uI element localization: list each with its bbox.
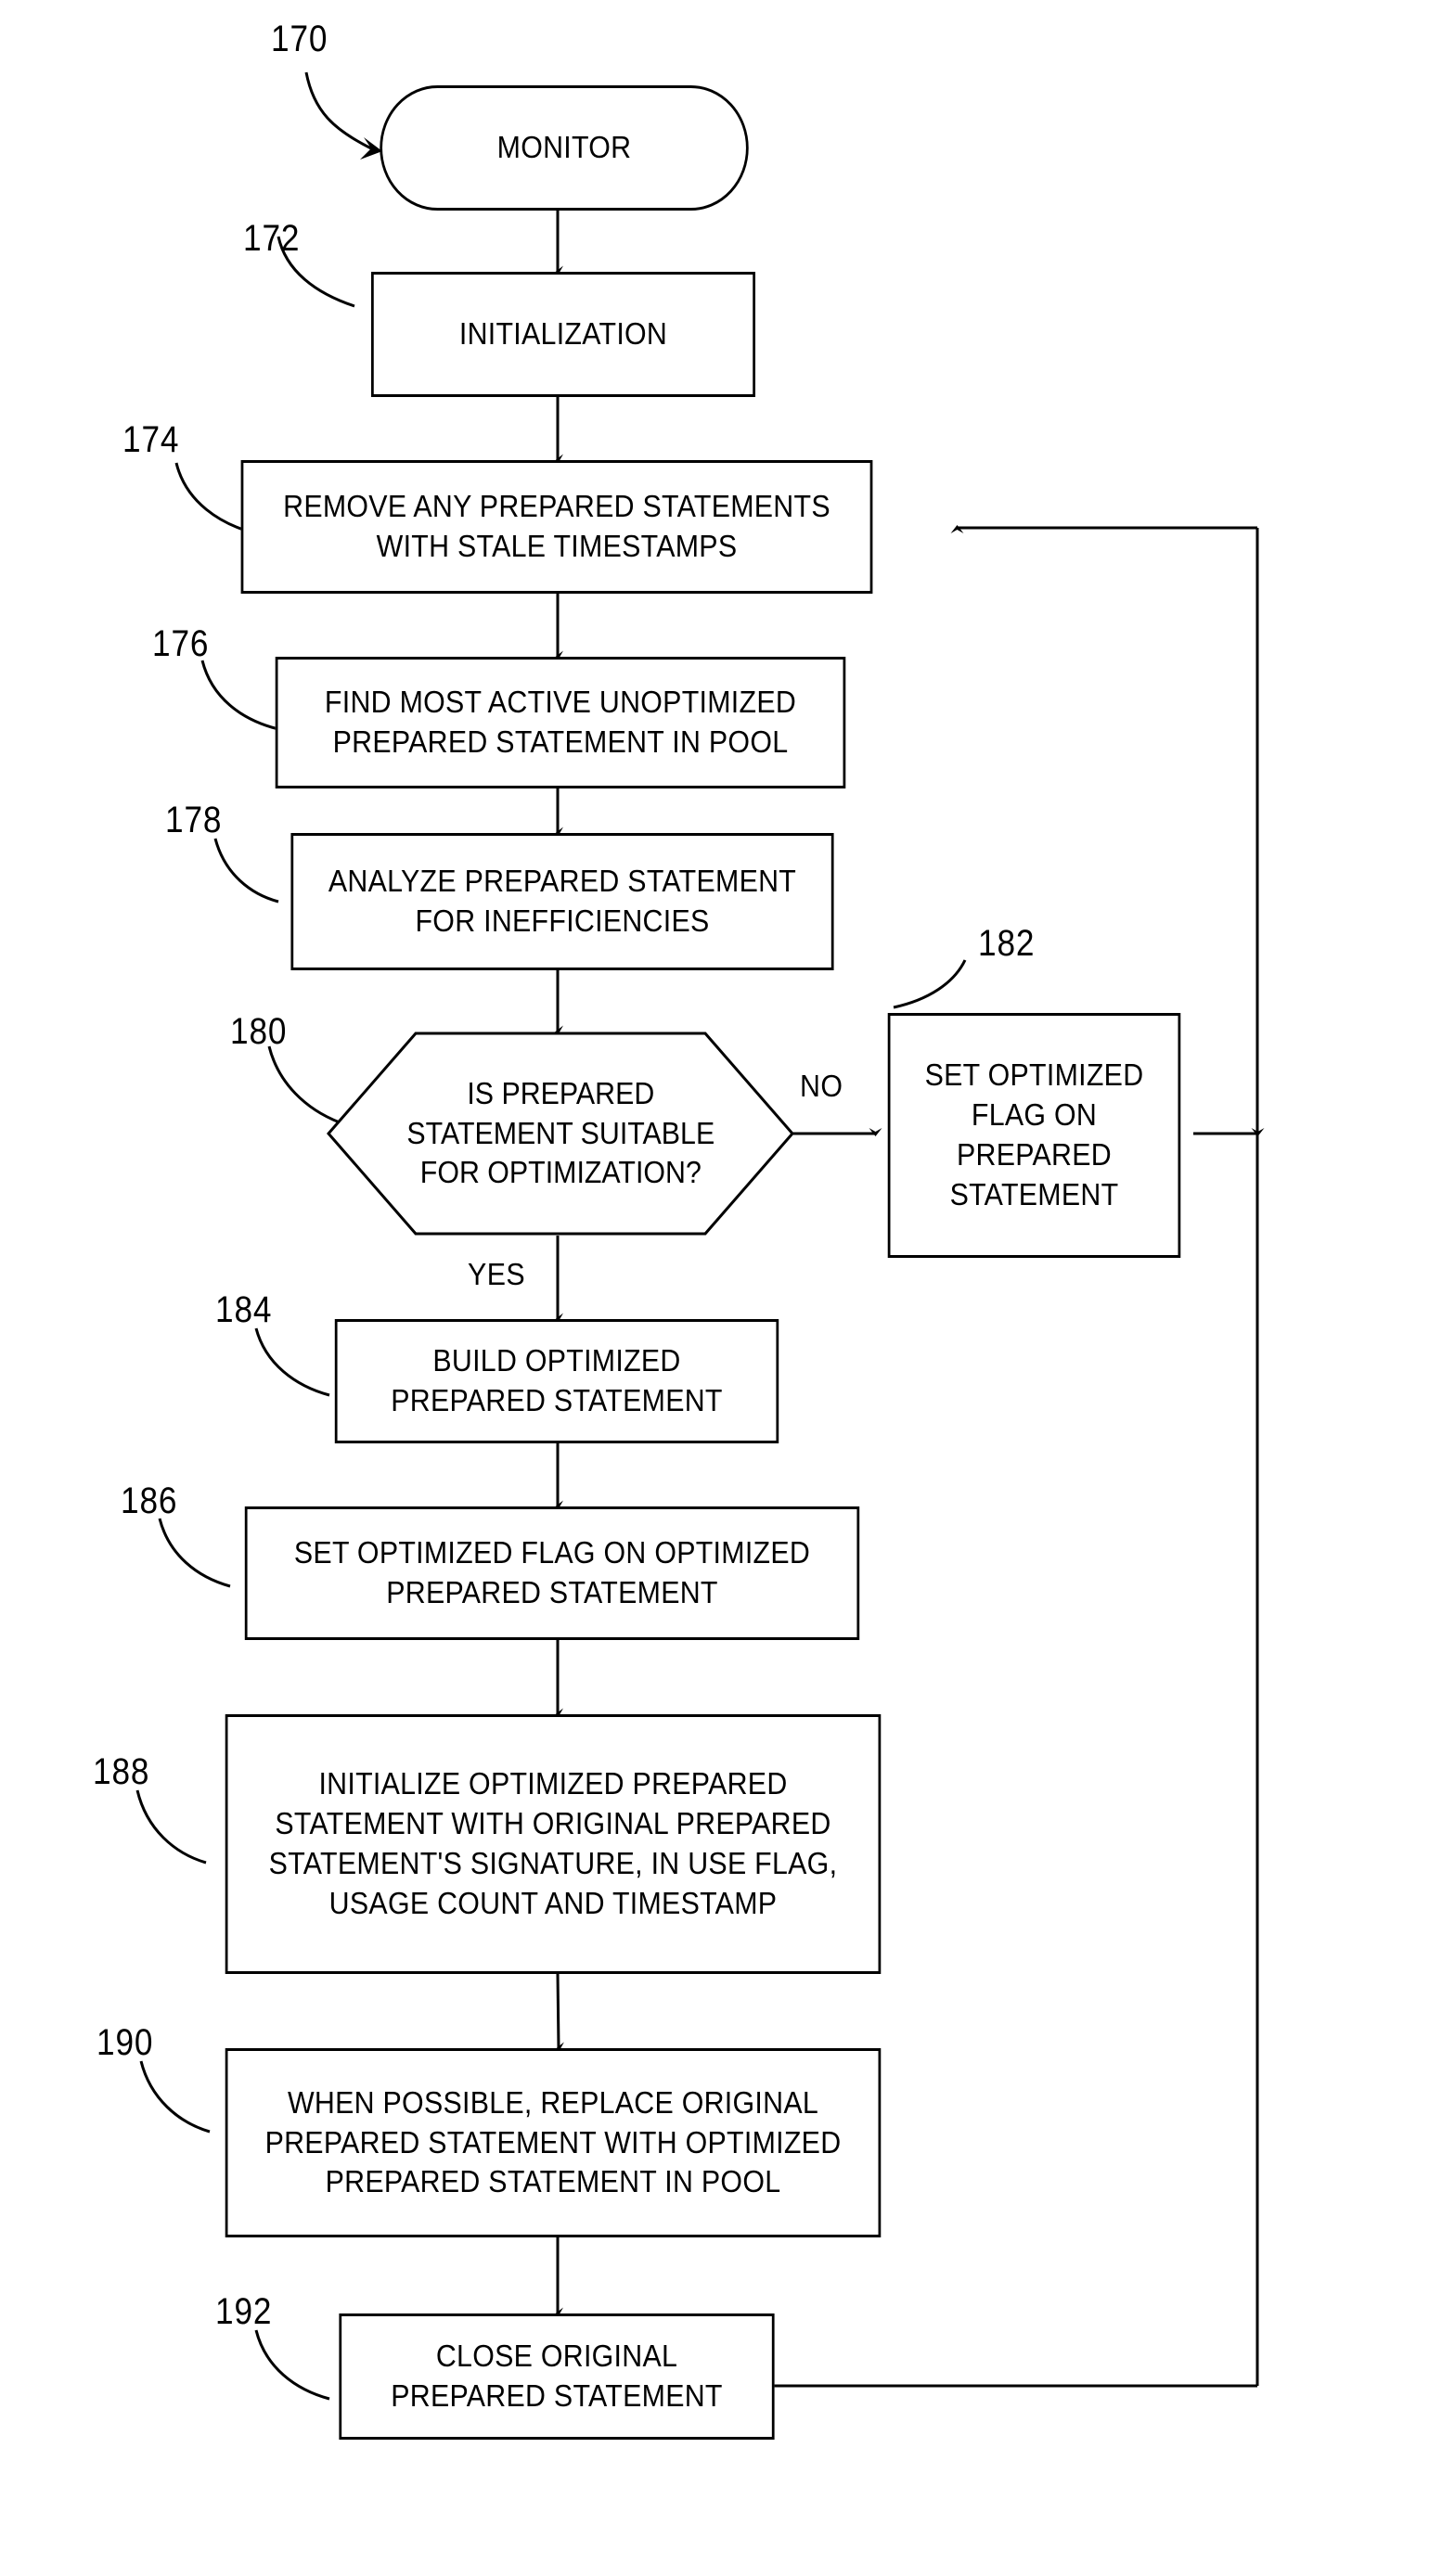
- node-decision-suitable[interactable]: IS PREPARED STATEMENT SUITABLE FOR OPTIM…: [327, 1032, 794, 1236]
- leader-170: [304, 71, 372, 150]
- node-replace-original-label: WHEN POSSIBLE, REPLACE ORIGINAL PREPARED…: [264, 2084, 842, 2199]
- node-set-optimized-flag-label: SET OPTIMIZED FLAG ON OPTIMIZED PREPARED…: [293, 1535, 811, 1609]
- ref-numeral-178: 178: [165, 800, 223, 840]
- node-initialize-optimized-label: INITIALIZE OPTIMIZED PREPARED STATEMENT …: [268, 1766, 838, 1920]
- node-build-optimized-label: BUILD OPTIMIZED PREPARED STATEMENT: [391, 1343, 723, 1417]
- leader-190: [139, 2060, 211, 2134]
- leader-176: [200, 660, 279, 731]
- node-build-optimized[interactable]: BUILD OPTIMIZED PREPARED STATEMENT: [334, 1319, 779, 1443]
- leader-188: [135, 1789, 207, 1865]
- ref-numeral-190: 190: [97, 2022, 154, 2063]
- ref-numeral-176: 176: [152, 623, 210, 664]
- node-analyze-statement[interactable]: ANALYZE PREPARED STATEMENT FOR INEFFICIE…: [290, 833, 834, 970]
- ref-numeral-172: 172: [243, 218, 301, 259]
- ref-numeral-188: 188: [93, 1751, 150, 1792]
- ref-numeral-186: 186: [121, 1480, 178, 1521]
- node-close-original[interactable]: CLOSE ORIGINAL PREPARED STATEMENT: [339, 2313, 775, 2440]
- node-set-optimized-flag[interactable]: SET OPTIMIZED FLAG ON OPTIMIZED PREPARED…: [244, 1506, 860, 1640]
- node-monitor-label: MONITOR: [496, 130, 632, 165]
- node-set-optimized-flag-no-label: SET OPTIMIZED FLAG ON PREPARED STATEMENT: [924, 1057, 1144, 1211]
- edge-initialize-to-replace: [556, 1973, 565, 2056]
- node-close-original-label: CLOSE ORIGINAL PREPARED STATEMENT: [391, 2339, 723, 2413]
- node-replace-original[interactable]: WHEN POSSIBLE, REPLACE ORIGINAL PREPARED…: [225, 2048, 882, 2237]
- ref-numeral-180: 180: [230, 1011, 288, 1052]
- node-remove-stale-statements-label: REMOVE ANY PREPARED STATEMENTS WITH STAL…: [283, 489, 830, 563]
- node-initialization-label: INITIALIZATION: [458, 316, 668, 352]
- flowchart-canvas: MONITOR INITIALIZATION REMOVE ANY PREPAR…: [0, 0, 1429, 2576]
- node-decision-suitable-label: IS PREPARED STATEMENT SUITABLE FOR OPTIM…: [406, 1075, 714, 1190]
- ref-numeral-174: 174: [122, 419, 180, 460]
- node-initialization[interactable]: INITIALIZATION: [371, 272, 755, 397]
- leader-192: [254, 2329, 330, 2401]
- ref-numeral-170: 170: [271, 19, 328, 59]
- ref-numeral-182: 182: [978, 923, 1036, 964]
- leader-184: [254, 1327, 330, 1397]
- leader-182: [893, 959, 967, 1009]
- node-find-most-active-label: FIND MOST ACTIVE UNOPTIMIZED PREPARED ST…: [324, 685, 797, 759]
- ref-numeral-192: 192: [215, 2291, 273, 2332]
- edge-label-yes: YES: [468, 1257, 526, 1291]
- node-monitor[interactable]: MONITOR: [380, 85, 749, 211]
- node-analyze-statement-label: ANALYZE PREPARED STATEMENT FOR INEFFICIE…: [328, 864, 797, 938]
- node-remove-stale-statements[interactable]: REMOVE ANY PREPARED STATEMENTS WITH STAL…: [240, 460, 873, 594]
- node-find-most-active[interactable]: FIND MOST ACTIVE UNOPTIMIZED PREPARED ST…: [275, 657, 846, 788]
- leader-186: [158, 1518, 231, 1588]
- edge-label-no: NO: [800, 1069, 843, 1103]
- ref-numeral-184: 184: [215, 1289, 273, 1330]
- node-initialize-optimized[interactable]: INITIALIZE OPTIMIZED PREPARED STATEMENT …: [225, 1714, 882, 1974]
- leader-178: [213, 838, 279, 904]
- node-set-optimized-flag-no[interactable]: SET OPTIMIZED FLAG ON PREPARED STATEMENT: [887, 1013, 1181, 1258]
